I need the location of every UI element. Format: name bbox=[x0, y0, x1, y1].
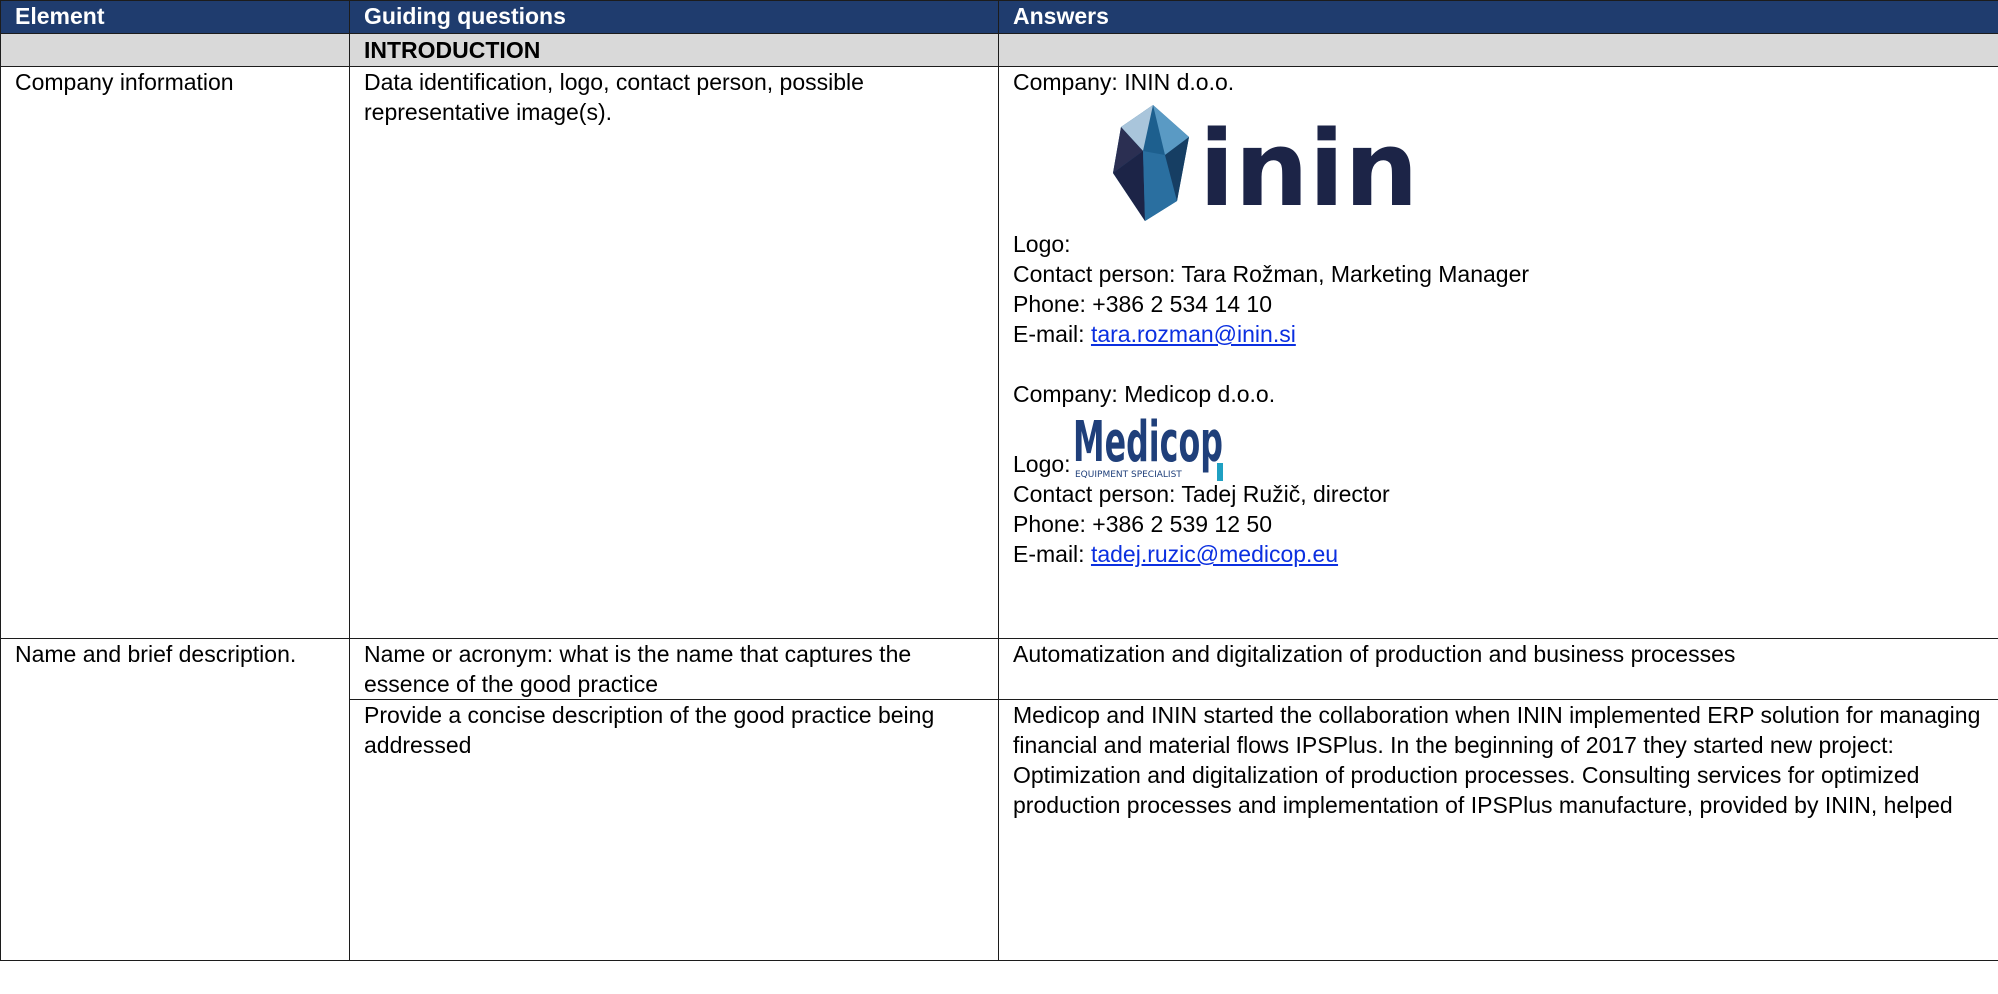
company2-contact: Contact person: Tadej Ružič, director bbox=[1013, 481, 1390, 507]
answer-company-information: Company: ININ d.o.o. inin Logo: Contact … bbox=[998, 66, 1998, 639]
medicop-logo-block: Logo: Medicop EQUIPMENT SPECIALIST bbox=[1013, 409, 1984, 481]
company1-email-label: E-mail: bbox=[1013, 321, 1091, 347]
company2-email-line: E-mail: tadej.ruzic@medicop.eu bbox=[1013, 539, 1984, 569]
section-spacer-right bbox=[998, 33, 1998, 67]
question-company-information: Data identification, logo, contact perso… bbox=[349, 66, 999, 639]
column-header-guiding-questions: Guiding questions bbox=[349, 0, 999, 34]
answer-description: Medicop and ININ started the collaborati… bbox=[998, 699, 1998, 961]
company1-logo-label: Logo: bbox=[1013, 231, 1071, 257]
question-text: Data identification, logo, contact perso… bbox=[364, 69, 864, 125]
company2-phone: Phone: +386 2 539 12 50 bbox=[1013, 511, 1272, 537]
table-row-company-information: Company information Data identification,… bbox=[0, 66, 1998, 639]
company2-logo-label: Logo: bbox=[1013, 451, 1071, 477]
company1-name: Company: ININ d.o.o. bbox=[1013, 69, 1235, 95]
company1-email-line: E-mail: tara.rozman@inin.si bbox=[1013, 319, 1984, 349]
inin-logo-wordmark: inin bbox=[1199, 108, 1413, 229]
medicop-logo-wordmark: Medicop bbox=[1073, 415, 1223, 475]
column-header-answers: Answers bbox=[998, 0, 1998, 34]
company2-email-label: E-mail: bbox=[1013, 541, 1091, 567]
section-spacer-left bbox=[0, 33, 350, 67]
company1-contact: Contact person: Tara Rožman, Marketing M… bbox=[1013, 261, 1530, 287]
inin-logo: inin bbox=[1013, 97, 1984, 230]
element-name-brief-description: Name and brief description. bbox=[0, 638, 350, 961]
company2-email-link[interactable]: tadej.ruzic@medicop.eu bbox=[1091, 541, 1338, 567]
table-row-name: Name and brief description. Name or acro… bbox=[0, 638, 1998, 961]
section-title: INTRODUCTION bbox=[349, 33, 999, 67]
good-practice-table: Element Guiding questions Answers INTROD… bbox=[0, 0, 1998, 961]
question-name-acronym: Name or acronym: what is the name that c… bbox=[349, 638, 999, 700]
inin-logo-graphic: inin bbox=[1113, 105, 1418, 230]
question-description: Provide a concise description of the goo… bbox=[349, 699, 999, 961]
section-row-introduction: INTRODUCTION bbox=[0, 33, 1998, 67]
answer-name: Automatization and digitalization of pro… bbox=[998, 638, 1998, 700]
medicop-logo-tagline: EQUIPMENT SPECIALIST bbox=[1075, 470, 1182, 480]
company1-email-link[interactable]: tara.rozman@inin.si bbox=[1091, 321, 1296, 347]
company2-name: Company: Medicop d.o.o. bbox=[1013, 381, 1276, 407]
element-company-information: Company information bbox=[0, 66, 350, 639]
column-header-element: Element bbox=[0, 0, 350, 34]
header-row: Element Guiding questions Answers bbox=[0, 0, 1998, 34]
company1-phone: Phone: +386 2 534 14 10 bbox=[1013, 291, 1272, 317]
medicop-logo: Medicop EQUIPMENT SPECIALIST bbox=[1073, 415, 1223, 481]
